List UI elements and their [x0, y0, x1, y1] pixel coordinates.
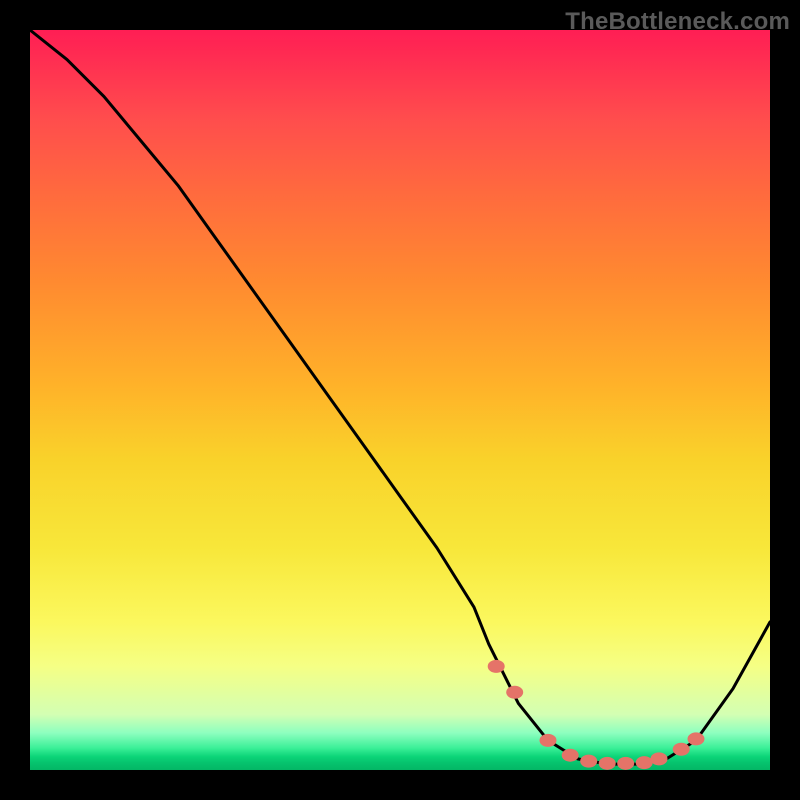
chart-svg — [0, 0, 800, 800]
highlight-dot — [580, 755, 597, 768]
watermark-label: TheBottleneck.com — [565, 8, 790, 36]
highlight-dot — [540, 734, 557, 747]
highlight-dots — [488, 660, 705, 770]
highlight-dot — [562, 749, 579, 762]
highlight-dot — [673, 743, 690, 756]
highlight-dot — [617, 757, 634, 770]
chart-frame: TheBottleneck.com — [0, 0, 800, 800]
curve-path — [30, 30, 770, 764]
highlight-dot — [506, 686, 523, 699]
bottleneck-curve — [30, 30, 770, 764]
highlight-dot — [688, 732, 705, 745]
highlight-dot — [599, 757, 616, 770]
highlight-dot — [488, 660, 505, 673]
highlight-dot — [636, 756, 653, 769]
highlight-dot — [651, 752, 668, 765]
